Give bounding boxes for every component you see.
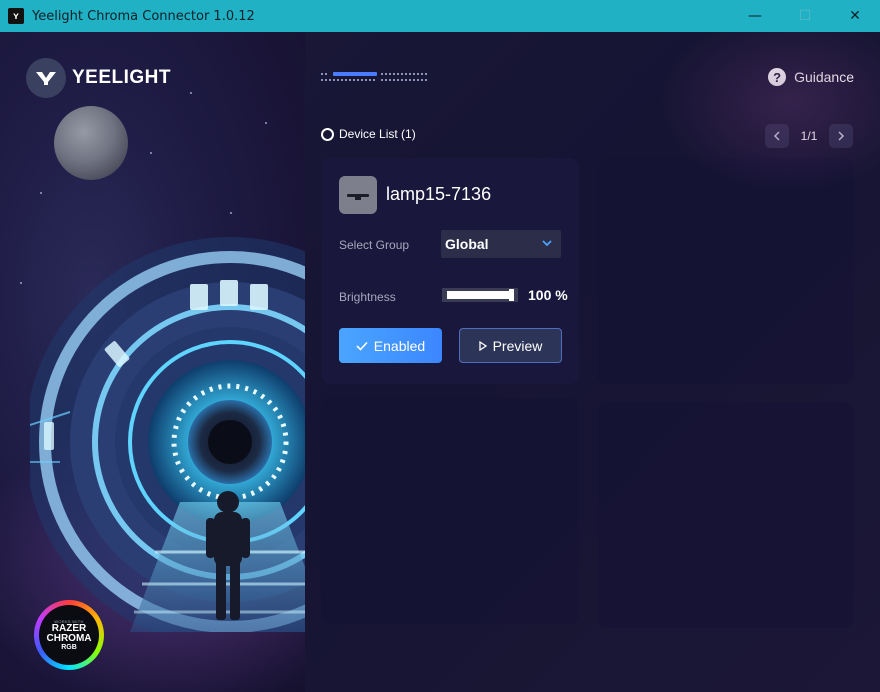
preview-button[interactable]: Preview	[459, 328, 562, 363]
step-indicator	[321, 72, 427, 81]
razer-chroma-badge: WORKS WITH RAZER CHROMA RGB	[34, 600, 104, 670]
prev-page-button[interactable]	[765, 124, 789, 148]
brightness-slider-thumb[interactable]	[509, 289, 514, 301]
star	[20, 282, 22, 284]
brightness-slider-fill	[447, 291, 513, 299]
brightness-label: Brightness	[339, 290, 396, 304]
badge-line: CHROMA	[46, 633, 92, 644]
empty-device-slot	[597, 158, 853, 384]
main-area: YEELIGHT WORKS WITH RAZER CHROMA RGB ? G…	[0, 32, 880, 692]
select-group-label: Select Group	[339, 238, 410, 252]
yeelight-app-icon: ʏ	[8, 8, 24, 24]
light-bar-icon	[339, 176, 377, 214]
close-button[interactable]: ✕	[830, 0, 880, 32]
empty-device-slot	[597, 402, 853, 628]
page-indicator: 1/1	[800, 129, 818, 143]
star	[190, 92, 192, 94]
maximize-button[interactable]: ☐	[780, 0, 830, 32]
yeelight-logo: YEELIGHT	[26, 58, 171, 98]
title-bar[interactable]: ʏ Yeelight Chroma Connector 1.0.12 — ☐ ✕	[0, 0, 880, 32]
ring-icon	[321, 127, 334, 141]
next-page-button[interactable]	[829, 124, 853, 148]
enabled-label: Enabled	[373, 337, 426, 354]
group-select[interactable]: Global	[441, 230, 561, 258]
window-controls: — ☐ ✕	[730, 0, 880, 32]
empty-device-slot	[321, 398, 579, 624]
hero-illustration: YEELIGHT WORKS WITH RAZER CHROMA RGB	[0, 32, 305, 692]
device-card: lamp15-7136 Select Group Global Brightne…	[321, 158, 579, 384]
check-icon	[356, 341, 368, 351]
device-list-label: Device List (1)	[339, 127, 416, 141]
chevron-left-icon	[773, 131, 780, 141]
device-name: lamp15-7136	[386, 184, 492, 204]
chevron-right-icon	[838, 131, 845, 141]
portal-graphic	[30, 237, 305, 632]
help-icon: ?	[768, 68, 787, 86]
brightness-value: 100 %	[528, 287, 568, 303]
window-title: Yeelight Chroma Connector 1.0.12	[32, 8, 255, 24]
moon-image	[54, 106, 128, 180]
pagination: 1/1	[765, 124, 853, 148]
yeelight-logo-icon	[26, 58, 66, 98]
star	[40, 192, 42, 194]
enabled-button[interactable]: Enabled	[339, 328, 442, 363]
logo-text: YEELIGHT	[72, 67, 172, 88]
star	[265, 122, 267, 124]
guidance-label: Guidance	[794, 69, 854, 85]
guidance-button[interactable]: ? Guidance	[768, 68, 854, 86]
device-list-header: Device List (1)	[321, 127, 416, 141]
star	[150, 152, 152, 154]
preview-label: Preview	[492, 337, 543, 354]
group-select-value: Global	[445, 236, 489, 252]
chevron-down-icon	[542, 240, 552, 247]
app-window: ʏ Yeelight Chroma Connector 1.0.12 — ☐ ✕	[0, 0, 880, 692]
play-icon	[478, 340, 487, 351]
brightness-slider[interactable]	[442, 288, 518, 302]
minimize-button[interactable]: —	[730, 0, 780, 32]
badge-line: RGB	[61, 644, 77, 651]
